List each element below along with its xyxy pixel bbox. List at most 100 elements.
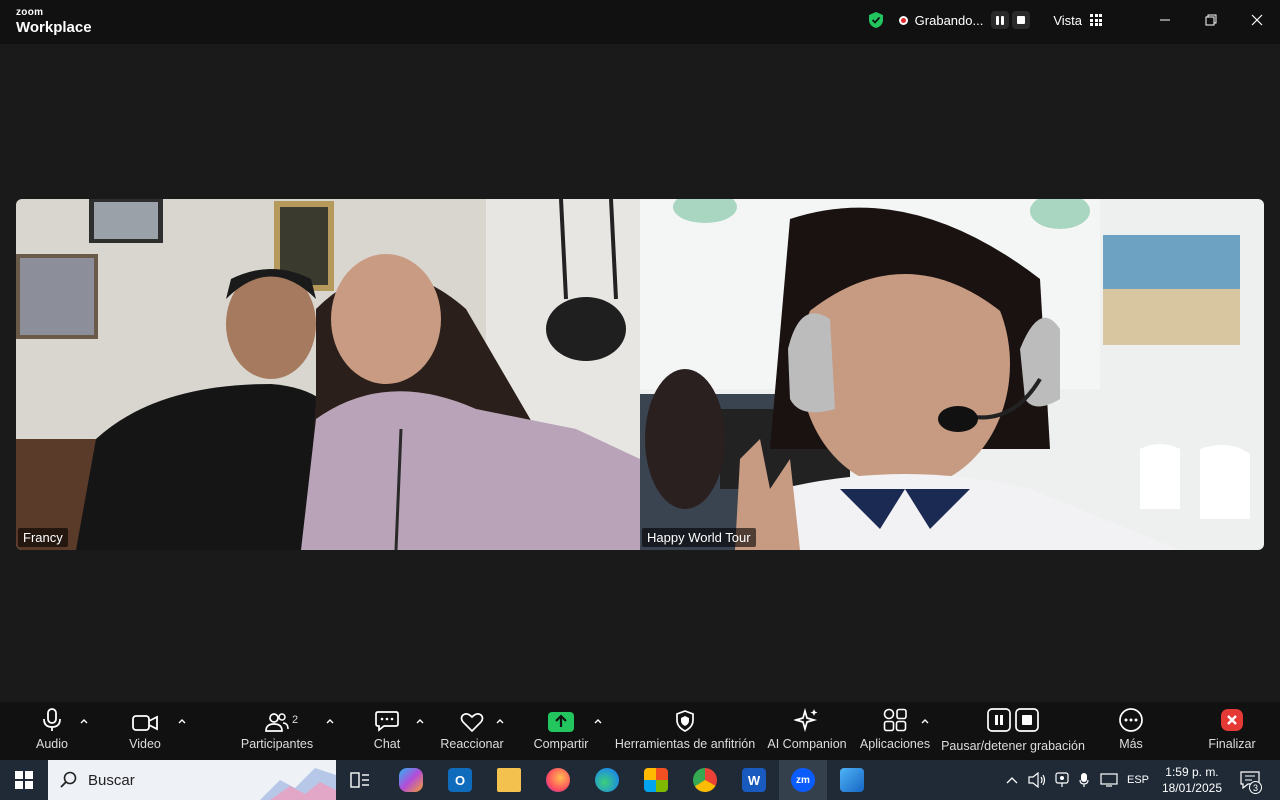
ai-companion-label: AI Companion <box>767 737 847 751</box>
participants-button[interactable]: Participantes <box>240 702 314 760</box>
restore-button[interactable] <box>1188 0 1234 40</box>
audio-label: Audio <box>36 737 68 751</box>
chevron-up-icon[interactable] <box>495 716 505 726</box>
pause-stop-icon <box>987 708 1039 732</box>
os-taskbar: Buscar O W zm ESP 1:59 p. m. 18/01/2025 … <box>0 760 1280 800</box>
word-app[interactable]: W <box>740 760 768 800</box>
heart-icon <box>460 713 484 732</box>
chat-label: Chat <box>373 737 401 751</box>
participants-count: 2 <box>292 714 299 726</box>
meeting-toolbar: Audio Video Participantes 2 Chat Reaccio… <box>0 702 1280 760</box>
video-tile-francy[interactable]: Francy <box>16 199 640 550</box>
close-icon <box>1251 14 1263 26</box>
clock[interactable]: 1:59 p. m. 18/01/2025 <box>1162 764 1222 796</box>
encryption-shield-icon[interactable] <box>867 11 885 29</box>
word-icon: W <box>742 768 766 792</box>
title-bar: zoom Workplace Grabando... Vista <box>0 0 1280 44</box>
sparkle-icon <box>794 708 818 732</box>
audio-button[interactable]: Audio <box>34 702 70 760</box>
minimize-icon <box>1160 19 1170 21</box>
store-icon <box>644 768 668 792</box>
network-icon <box>1100 773 1118 787</box>
microphone-icon <box>1079 773 1089 787</box>
view-button[interactable]: Vista <box>1053 13 1082 28</box>
pause-stop-recording-label: Pausar/detener grabación <box>941 739 1085 753</box>
language-label: ESP <box>1126 774 1149 786</box>
share-label: Compartir <box>533 737 589 751</box>
chevron-up-icon <box>1006 777 1018 784</box>
video-stage: Francy Happy World Tour <box>0 44 1280 702</box>
pause-icon <box>996 15 1005 25</box>
video-feed-image <box>640 199 1264 550</box>
stop-recording-button[interactable] <box>1012 11 1031 29</box>
video-label: Video <box>129 737 161 751</box>
zoom-logo: zoom Workplace <box>16 7 92 36</box>
search-placeholder: Buscar <box>88 771 135 789</box>
chrome-icon <box>693 768 717 792</box>
more-button[interactable]: Más <box>1112 702 1150 760</box>
notification-count: 3 <box>1249 781 1262 794</box>
camera-in-use-button[interactable] <box>1052 760 1072 800</box>
restore-icon <box>1205 14 1217 26</box>
edge-app[interactable] <box>593 760 621 800</box>
zoom-app-icon: zm <box>791 768 815 792</box>
more-icon <box>1119 708 1143 732</box>
shield-icon <box>676 710 694 732</box>
brand-name: Workplace <box>16 19 92 36</box>
video-button[interactable]: Video <box>125 702 165 760</box>
store-app[interactable] <box>642 760 670 800</box>
mic-in-use-button[interactable] <box>1075 760 1093 800</box>
close-button[interactable] <box>1234 0 1280 40</box>
end-icon <box>1221 709 1243 731</box>
pause-recording-button[interactable] <box>991 11 1010 29</box>
start-button[interactable] <box>0 760 48 800</box>
chevron-up-icon[interactable] <box>325 716 335 726</box>
share-screen-icon <box>548 712 574 732</box>
chevron-up-icon[interactable] <box>177 716 187 726</box>
speaker-icon <box>1028 772 1046 788</box>
chrome-app[interactable] <box>691 760 719 800</box>
network-button[interactable] <box>1098 760 1120 800</box>
copilot-icon <box>399 768 423 792</box>
notifications-button[interactable]: 3 <box>1236 760 1264 800</box>
chevron-up-icon[interactable] <box>79 716 89 726</box>
firefox-app[interactable] <box>544 760 572 800</box>
apps-label: Aplicaciones <box>859 737 931 751</box>
task-view-icon <box>350 772 369 788</box>
stop-icon <box>1017 16 1026 24</box>
chevron-up-icon[interactable] <box>593 716 603 726</box>
microphone-icon <box>43 708 61 731</box>
recording-label: Grabando... <box>914 12 984 28</box>
copilot-app[interactable] <box>397 760 425 800</box>
folder-icon <box>497 768 521 792</box>
video-feed-image <box>16 199 640 550</box>
search-icon <box>60 771 77 788</box>
show-hidden-icons-button[interactable] <box>1003 760 1021 800</box>
task-view-button[interactable] <box>345 760 375 800</box>
chevron-up-icon[interactable] <box>415 716 425 726</box>
zoom-app[interactable]: zm <box>779 760 827 800</box>
chat-button[interactable]: Chat <box>368 702 406 760</box>
apps-button[interactable]: Aplicaciones <box>860 702 930 760</box>
brand-small: zoom <box>16 7 44 18</box>
end-meeting-button[interactable]: Finalizar <box>1206 702 1258 760</box>
minimize-button[interactable] <box>1142 0 1188 40</box>
photos-app[interactable] <box>838 760 866 800</box>
pause-stop-recording-button[interactable]: Pausar/detener grabación <box>941 702 1085 760</box>
more-label: Más <box>1119 737 1143 751</box>
ai-companion-button[interactable]: AI Companion <box>767 702 847 760</box>
file-explorer-app[interactable] <box>495 760 523 800</box>
taskbar-search[interactable]: Buscar <box>48 760 336 800</box>
share-button[interactable]: Compartir <box>530 702 592 760</box>
camera-icon <box>1055 772 1069 787</box>
chevron-up-icon[interactable] <box>920 716 930 726</box>
chat-icon <box>375 711 399 732</box>
react-button[interactable]: Reaccionar <box>440 702 504 760</box>
host-tools-label: Herramientas de anfitrión <box>614 737 756 751</box>
host-tools-button[interactable]: Herramientas de anfitrión <box>614 702 756 760</box>
video-tile-happy-world-tour[interactable]: Happy World Tour <box>640 199 1264 550</box>
volume-button[interactable] <box>1026 760 1048 800</box>
language-button[interactable]: ESP <box>1124 760 1152 800</box>
outlook-app[interactable]: O <box>446 760 474 800</box>
grid-view-icon[interactable] <box>1090 14 1102 26</box>
